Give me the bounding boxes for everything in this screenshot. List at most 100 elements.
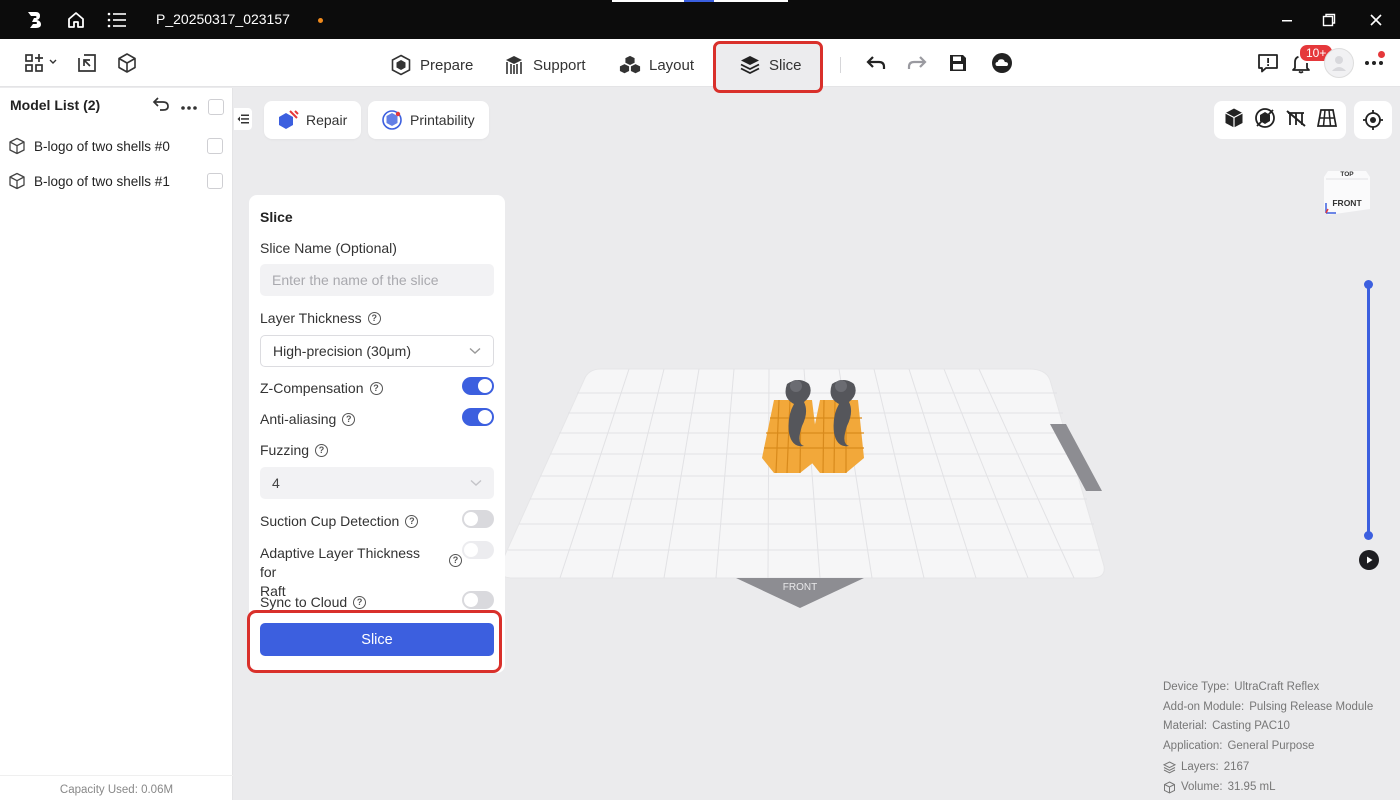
account-alert-dot bbox=[1378, 51, 1385, 58]
volume-icon bbox=[1164, 781, 1175, 794]
help-icon[interactable]: ? bbox=[449, 554, 462, 567]
material-row: Material: Casting PAC10 bbox=[1163, 717, 1373, 737]
slice-name-input[interactable]: Enter the name of the slice bbox=[260, 264, 494, 296]
undo-arrow-icon[interactable] bbox=[152, 96, 170, 117]
repair-label: Repair bbox=[306, 112, 348, 128]
anti-aliasing-label: Anti-aliasing ? bbox=[260, 411, 356, 427]
layer-thickness-label: Layer Thickness ? bbox=[260, 310, 381, 326]
tab-support-label: Support bbox=[533, 56, 586, 74]
title-bar: P_20250317_023157 bbox=[0, 0, 1400, 39]
layers-icon bbox=[1163, 761, 1176, 774]
hide-supports-icon[interactable] bbox=[1285, 107, 1307, 134]
slice-button-highlight bbox=[247, 610, 502, 673]
model-checkbox[interactable] bbox=[207, 138, 223, 154]
model-checkbox[interactable] bbox=[207, 173, 223, 189]
layers-label: Layers: bbox=[1181, 761, 1219, 773]
tab-slice[interactable]: Slice bbox=[739, 52, 802, 78]
chevron-down-icon bbox=[470, 479, 482, 486]
close-icon[interactable] bbox=[1365, 9, 1387, 31]
z-compensation-toggle[interactable] bbox=[462, 377, 494, 395]
volume-row: Volume: 31.95 mL bbox=[1163, 778, 1373, 798]
feedback-icon[interactable] bbox=[1256, 51, 1280, 75]
xray-view-icon[interactable] bbox=[1254, 107, 1276, 134]
layer-slider-top-handle[interactable] bbox=[1364, 280, 1373, 289]
fuzzing-text: Fuzzing bbox=[260, 442, 310, 458]
adaptive-layer-text-1: Adaptive Layer Thickness for bbox=[260, 545, 421, 580]
tab-slice-label: Slice bbox=[769, 56, 802, 74]
toolbar-separator bbox=[840, 57, 841, 73]
anti-aliasing-toggle[interactable] bbox=[462, 408, 494, 426]
sync-cloud-label: Sync to Cloud ? bbox=[260, 594, 367, 610]
tab-support[interactable]: Support bbox=[503, 52, 586, 78]
undo-icon[interactable] bbox=[864, 51, 888, 75]
addon-row: Add-on Module: Pulsing Release Module bbox=[1163, 698, 1373, 718]
play-button[interactable] bbox=[1359, 550, 1379, 570]
z-compensation-text: Z-Compensation bbox=[260, 380, 364, 396]
list-more-icon[interactable] bbox=[180, 98, 198, 116]
redo-icon[interactable] bbox=[905, 51, 929, 75]
support-icon bbox=[503, 54, 525, 76]
platform-grid-icon[interactable] bbox=[1316, 107, 1338, 134]
restore-icon[interactable] bbox=[1318, 9, 1340, 31]
fuzzing-value: 4 bbox=[272, 475, 280, 491]
view-cube[interactable]: TOP FRONT bbox=[1320, 163, 1374, 219]
layer-slider-track[interactable] bbox=[1367, 284, 1370, 536]
device-type-row: Device Type: UltraCraft Reflex bbox=[1163, 678, 1373, 698]
application-value: General Purpose bbox=[1227, 739, 1315, 752]
list-item[interactable]: B-logo of two shells #1 bbox=[8, 170, 223, 192]
z-compensation-label: Z-Compensation ? bbox=[260, 380, 383, 396]
play-icon bbox=[1367, 556, 1373, 564]
help-icon[interactable]: ? bbox=[315, 443, 329, 457]
layer-thickness-select[interactable]: High-precision (30μm) bbox=[260, 335, 494, 367]
printability-button[interactable]: Printability bbox=[368, 101, 489, 139]
layer-slider-bottom-handle[interactable] bbox=[1364, 531, 1373, 540]
application-row: Application: General Purpose bbox=[1163, 737, 1373, 757]
suction-cup-toggle[interactable] bbox=[462, 510, 494, 528]
repair-button[interactable]: Repair bbox=[264, 101, 362, 139]
help-icon[interactable]: ? bbox=[405, 514, 419, 528]
sync-cloud-toggle[interactable] bbox=[462, 591, 494, 609]
suction-cup-label: Suction Cup Detection ? bbox=[260, 513, 419, 529]
help-icon[interactable]: ? bbox=[369, 381, 383, 395]
tab-prepare[interactable]: Prepare bbox=[390, 52, 473, 78]
panel-title: Slice bbox=[260, 209, 293, 225]
material-label: Material: bbox=[1163, 720, 1208, 732]
solid-view-icon[interactable] bbox=[1223, 107, 1245, 134]
material-value: Casting PAC10 bbox=[1212, 720, 1290, 732]
main-toolbar: Prepare Support Layout Slice 10+ bbox=[0, 39, 1400, 93]
fuzzing-select[interactable]: 4 bbox=[260, 467, 494, 499]
layout-icon bbox=[619, 54, 641, 76]
collapse-panel-button[interactable] bbox=[234, 108, 252, 130]
cloud-icon[interactable] bbox=[990, 51, 1014, 75]
layer-thickness-value: High-precision (30μm) bbox=[273, 343, 411, 359]
home-icon[interactable] bbox=[64, 8, 88, 32]
add-model-icon[interactable] bbox=[20, 51, 60, 75]
volume-label: Volume: bbox=[1181, 780, 1223, 793]
select-all-checkbox[interactable] bbox=[208, 98, 224, 115]
help-icon[interactable]: ? bbox=[367, 311, 381, 325]
minimize-icon[interactable] bbox=[1276, 9, 1298, 31]
model-cube-icon bbox=[9, 172, 25, 190]
model-list-title: Model List (2) bbox=[10, 97, 101, 113]
help-icon[interactable]: ? bbox=[342, 412, 356, 426]
avatar[interactable] bbox=[1324, 48, 1354, 78]
locate-target-button[interactable] bbox=[1354, 101, 1392, 139]
help-icon[interactable]: ? bbox=[353, 595, 367, 609]
menu-list-icon[interactable] bbox=[105, 8, 129, 32]
adaptive-layer-toggle[interactable] bbox=[462, 541, 494, 559]
printability-icon bbox=[382, 110, 402, 130]
app-logo-icon[interactable] bbox=[22, 8, 46, 32]
import-icon[interactable] bbox=[75, 51, 99, 75]
anti-aliasing-text: Anti-aliasing bbox=[260, 411, 337, 427]
application-label: Application: bbox=[1163, 739, 1223, 752]
model-cube-icon[interactable] bbox=[115, 51, 139, 75]
list-item[interactable]: B-logo of two shells #0 bbox=[8, 135, 223, 157]
fuzzing-label: Fuzzing ? bbox=[260, 442, 329, 458]
model-list-sidebar: Model List (2) B-logo of two shells #0 B… bbox=[0, 88, 233, 800]
prepare-icon bbox=[390, 54, 412, 76]
save-icon[interactable] bbox=[946, 51, 970, 75]
tab-layout[interactable]: Layout bbox=[619, 52, 694, 78]
unsaved-indicator bbox=[318, 18, 323, 23]
device-type-value: UltraCraft Reflex bbox=[1234, 681, 1320, 693]
volume-value: 31.95 mL bbox=[1227, 780, 1276, 793]
